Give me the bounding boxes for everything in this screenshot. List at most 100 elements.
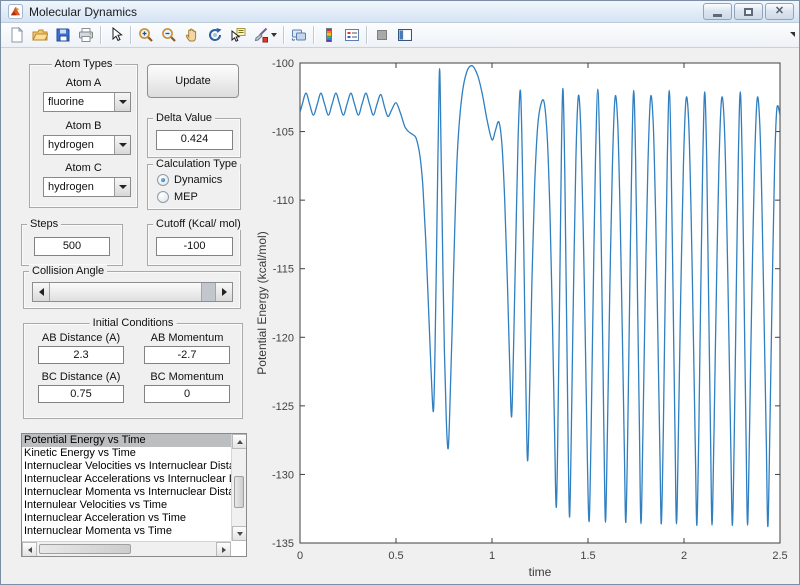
panel-title: Steps [27, 218, 61, 230]
zoom-in-button[interactable] [134, 24, 157, 46]
brush-button[interactable] [249, 24, 280, 46]
pan-hand-icon [184, 27, 200, 43]
dock-figure-icon [397, 27, 413, 43]
bc-distance-label: BC Distance (A) [36, 371, 126, 383]
bc-momentum-label: BC Momentum [142, 371, 232, 383]
rotate-3d-icon [207, 27, 223, 43]
figure-canvas: 00.511.522.5-135-130-125-120-115-110-105… [1, 49, 799, 584]
matlab-logo-icon [8, 4, 23, 19]
ab-distance-label: AB Distance (A) [36, 332, 126, 344]
radio-dynamics[interactable]: Dynamics [157, 174, 222, 186]
brush-dropdown-icon[interactable] [271, 33, 277, 37]
atom-c-select[interactable]: hydrogen [43, 177, 131, 197]
collision-angle-slider[interactable] [32, 282, 233, 302]
insert-colorbar-button[interactable] [317, 24, 340, 46]
y-tick-label: -115 [273, 264, 294, 276]
radio-selected-icon[interactable] [157, 174, 169, 186]
pan-button[interactable] [180, 24, 203, 46]
y-axis-label: Potential Energy (kcal/mol) [255, 231, 269, 374]
print-icon [78, 27, 94, 43]
open-file-button[interactable] [28, 24, 51, 46]
panel-title: Collision Angle [29, 265, 107, 277]
toolbar-separator [283, 26, 284, 44]
toolbar-separator [130, 26, 131, 44]
horizontal-scrollbar[interactable] [22, 541, 231, 556]
update-button[interactable]: Update [147, 64, 239, 98]
chevron-down-icon[interactable] [114, 93, 130, 111]
x-axis-label: time [529, 565, 552, 579]
radio-unselected-icon[interactable] [157, 191, 169, 203]
panel-title: Initial Conditions [90, 317, 177, 329]
horizontal-scrollbar-thumb[interactable] [39, 544, 131, 554]
y-tick-label: -135 [272, 538, 294, 550]
rotate-3d-button[interactable] [203, 24, 226, 46]
ab-momentum-field[interactable]: -2.7 [144, 346, 230, 364]
list-item[interactable]: Internuclear Momenta vs Time [22, 525, 231, 538]
scroll-right-icon[interactable] [216, 542, 231, 557]
scroll-left-icon[interactable] [22, 542, 37, 557]
title-bar: Molecular Dynamics ✕ [1, 1, 799, 23]
print-button[interactable] [74, 24, 97, 46]
list-item[interactable]: Internuclear Acceleration vs Time [22, 512, 231, 525]
atom-b-select[interactable]: hydrogen [43, 135, 131, 155]
list-item[interactable]: Internuclear Momenta vs Internuclear Dis… [22, 486, 231, 499]
bc-distance-field[interactable]: 0.75 [38, 385, 124, 403]
panel-title: Calculation Type [153, 158, 240, 170]
cutoff-field[interactable]: -100 [156, 237, 233, 256]
toolbar-separator [313, 26, 314, 44]
link-plot-button[interactable] [287, 24, 310, 46]
slider-right-arrow-icon[interactable] [215, 283, 232, 301]
y-tick-label: -130 [272, 469, 294, 481]
edit-plot-button[interactable] [104, 24, 127, 46]
zoom-in-icon [138, 27, 154, 43]
toolbar-overflow-icon[interactable] [790, 32, 795, 37]
scroll-up-icon[interactable] [232, 434, 247, 449]
insert-legend-button[interactable] [340, 24, 363, 46]
data-cursor-button[interactable] [226, 24, 249, 46]
zoom-out-button[interactable] [157, 24, 180, 46]
maximize-icon [744, 8, 753, 16]
slider-thumb[interactable] [50, 283, 202, 301]
save-button[interactable] [51, 24, 74, 46]
minimize-button[interactable] [703, 3, 732, 20]
minimize-icon [713, 14, 722, 17]
atom-c-label: Atom C [30, 162, 137, 174]
panel-title: Delta Value [153, 112, 215, 124]
vertical-scrollbar[interactable] [231, 434, 246, 541]
delta-value-field[interactable]: 0.424 [156, 130, 233, 150]
show-plot-tools-button[interactable] [393, 24, 416, 46]
close-button[interactable]: ✕ [765, 3, 794, 20]
x-tick-label: 1.5 [580, 550, 595, 562]
window-title: Molecular Dynamics [29, 5, 703, 19]
maximize-button[interactable] [734, 3, 763, 20]
ab-distance-field[interactable]: 2.3 [38, 346, 124, 364]
atom-types-panel: Atom Types Atom A fluorine Atom B hydrog… [29, 64, 138, 208]
panel-title: Cutoff (Kcal/ mol) [153, 218, 244, 230]
cursor-arrow-icon [108, 27, 124, 43]
bc-momentum-field[interactable]: 0 [144, 385, 230, 403]
steps-field[interactable]: 500 [34, 237, 110, 256]
atom-a-select[interactable]: fluorine [43, 92, 131, 112]
y-tick-label: -125 [272, 401, 294, 413]
scroll-down-icon[interactable] [232, 526, 247, 541]
list-item[interactable]: Internuclear Velocities vs Internuclear … [22, 460, 231, 473]
slider-left-arrow-icon[interactable] [33, 283, 50, 301]
hide-plot-tools-button[interactable] [370, 24, 393, 46]
list-item[interactable]: Potential Energy vs Time [22, 434, 231, 447]
list-item[interactable]: Internulear Velocities vs Time [22, 499, 231, 512]
x-tick-label: 0 [297, 550, 303, 562]
link-plot-icon [291, 27, 307, 43]
radio-mep[interactable]: MEP [157, 191, 198, 203]
matlab-figure-window: Molecular Dynamics ✕ [0, 0, 800, 585]
vertical-scrollbar-thumb[interactable] [234, 476, 244, 508]
slider-track[interactable] [202, 283, 215, 301]
steps-panel: Steps 500 [21, 224, 123, 266]
plot-type-listbox[interactable]: Potential Energy vs TimeKinetic Energy v… [21, 433, 247, 557]
list-item[interactable]: Internuclear Accelerations vs Internucle… [22, 473, 231, 486]
toolbar-separator [366, 26, 367, 44]
new-figure-button[interactable] [5, 24, 28, 46]
plot-area [300, 63, 780, 543]
list-item[interactable]: Kinetic Energy vs Time [22, 447, 231, 460]
chevron-down-icon[interactable] [114, 178, 130, 196]
chevron-down-icon[interactable] [114, 136, 130, 154]
